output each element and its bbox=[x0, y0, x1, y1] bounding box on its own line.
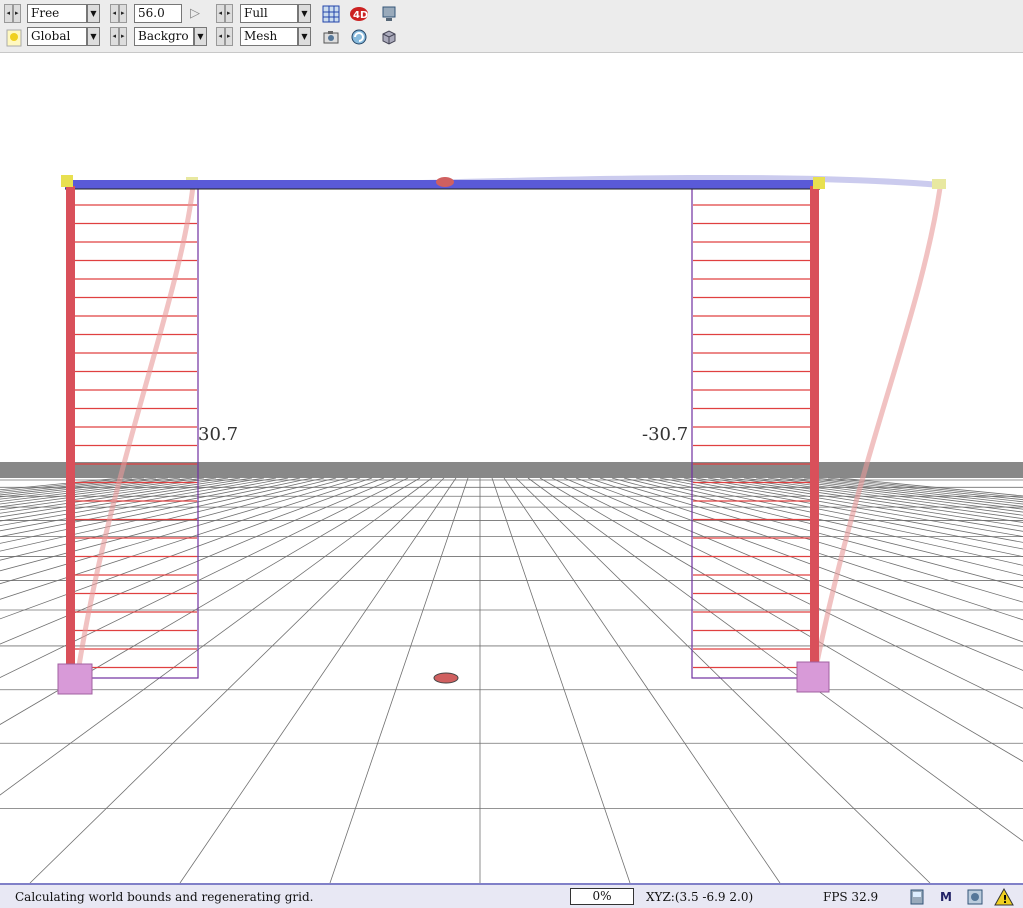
scene[interactable]: 30.7 -30.7 bbox=[0, 53, 1023, 883]
progress-indicator: 0% bbox=[570, 888, 634, 905]
display-spinner[interactable]: ◂ ▸ bbox=[216, 27, 233, 46]
deformed-node-right bbox=[932, 179, 946, 189]
display-select[interactable]: Mesh bbox=[240, 27, 298, 46]
angle-spinner[interactable]: ◂ ▸ bbox=[110, 4, 127, 23]
camera-icon[interactable] bbox=[320, 26, 342, 47]
camera-mode-select[interactable]: Free bbox=[27, 4, 87, 23]
status-message: Calculating world bounds and regeneratin… bbox=[15, 890, 314, 904]
support-right bbox=[796, 661, 830, 693]
light-bulb-icon[interactable] bbox=[3, 27, 25, 48]
chevron-down-icon[interactable]: ▼ bbox=[87, 27, 100, 46]
support-left bbox=[57, 663, 93, 695]
play-icon[interactable]: ▷ bbox=[184, 3, 206, 24]
rotate-icon[interactable] bbox=[348, 26, 370, 47]
toolbar: ◂ ▸ Free ▼ ◂ ▸ 56.0 ▷ ◂ ▸ Full ▼ 4D Global … bbox=[0, 0, 1023, 53]
m-icon[interactable]: M bbox=[935, 887, 957, 907]
render-mode-select[interactable]: Full bbox=[240, 4, 298, 23]
shear-diagram-right bbox=[691, 187, 813, 679]
chevron-down-icon[interactable]: ▼ bbox=[298, 4, 311, 23]
cube-icon[interactable] bbox=[378, 26, 400, 47]
svg-text:4D: 4D bbox=[353, 10, 368, 21]
node-top-right bbox=[813, 177, 825, 189]
xyz-readout: XYZ:(3.5 -6.9 2.0) bbox=[646, 890, 754, 904]
right-value-label: -30.7 bbox=[642, 424, 688, 445]
4d-icon[interactable]: 4D bbox=[348, 3, 370, 24]
origin-marker bbox=[433, 672, 459, 684]
node-top-left bbox=[61, 175, 73, 187]
status-bar: Calculating world bounds and regeneratin… bbox=[0, 883, 1023, 908]
monitor-icon[interactable] bbox=[378, 3, 400, 24]
camera-mode-spinner[interactable]: ◂ ▸ bbox=[4, 4, 21, 23]
svg-text:!: ! bbox=[1003, 893, 1008, 906]
m-label: M bbox=[940, 890, 952, 904]
left-column bbox=[66, 186, 75, 674]
render-mode-spinner[interactable]: ◂ ▸ bbox=[216, 4, 233, 23]
screen-icon[interactable] bbox=[964, 887, 986, 907]
deformed-right-column bbox=[812, 187, 943, 673]
ground-grid bbox=[0, 477, 1023, 883]
printer-icon[interactable] bbox=[906, 887, 928, 907]
beam-marker bbox=[436, 177, 454, 187]
fps-readout: FPS 32.9 bbox=[823, 890, 879, 904]
background-spinner[interactable]: ◂ ▸ bbox=[110, 27, 127, 46]
warning-icon[interactable]: ! bbox=[993, 887, 1015, 907]
chevron-down-icon[interactable]: ▼ bbox=[194, 27, 207, 46]
deformed-left-column bbox=[75, 185, 196, 673]
3d-viewport[interactable]: 30.7 -30.7 bbox=[0, 53, 1023, 883]
chevron-down-icon[interactable]: ▼ bbox=[87, 4, 100, 23]
coord-system-select[interactable]: Global bbox=[27, 27, 87, 46]
right-column bbox=[810, 186, 819, 674]
grid-icon[interactable] bbox=[320, 3, 342, 24]
left-value-label: 30.7 bbox=[198, 424, 238, 445]
background-select[interactable]: Backgro bbox=[134, 27, 194, 46]
chevron-down-icon[interactable]: ▼ bbox=[298, 27, 311, 46]
angle-input[interactable]: 56.0 bbox=[134, 4, 182, 23]
